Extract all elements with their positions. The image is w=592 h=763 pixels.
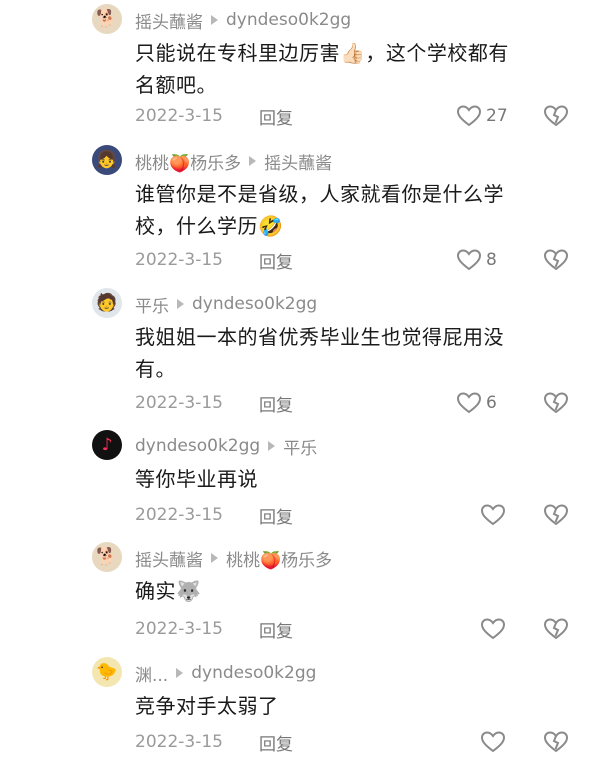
comment-meta: 2022-3-15 回复 27: [135, 102, 575, 130]
heart-icon: [480, 618, 506, 640]
comment-item: 🐕 摇头蘸酱 桃桃🍑杨乐多 确实🐺 2022-3-15 回复: [0, 542, 592, 642]
reply-arrow-icon: [176, 668, 184, 678]
broken-heart-icon: [543, 731, 569, 753]
broken-heart-icon: [543, 618, 569, 640]
reply-button[interactable]: 回复: [259, 617, 293, 642]
reply-button[interactable]: 回复: [259, 391, 293, 416]
comment-header: 渊... dyndeso0k2gg: [135, 659, 316, 687]
reply-to-name[interactable]: dyndeso0k2gg: [192, 294, 317, 314]
comment-date: 2022-3-15: [135, 732, 223, 752]
dislike-button[interactable]: [543, 728, 569, 756]
reply-to-name[interactable]: 摇头蘸酱: [264, 149, 332, 174]
comment-date: 2022-3-15: [135, 619, 223, 639]
comment-header: 摇头蘸酱 桃桃🍑杨乐多: [135, 544, 332, 572]
comment-text: 只能说在专科里边厉害👍🏻，这个学校都有 名额吧。: [135, 41, 509, 97]
heart-icon: [480, 504, 506, 526]
comment-item: 👧 桃桃🍑杨乐多 摇头蘸酱 谁管你是不是省级，人家就看你是什么学 校，什么学历🤣…: [0, 145, 592, 275]
avatar[interactable]: 🐤: [92, 657, 122, 687]
reply-arrow-icon: [268, 441, 276, 451]
comment-date: 2022-3-15: [135, 106, 223, 126]
reply-arrow-icon: [211, 553, 218, 563]
comment-meta: 2022-3-15 回复: [135, 728, 575, 756]
author-name[interactable]: 平乐: [135, 292, 169, 317]
dislike-button[interactable]: [543, 102, 569, 130]
comment-meta: 2022-3-15 回复 6: [135, 389, 575, 417]
comment-item: 🐤 渊... dyndeso0k2gg 竞争对手太弱了 2022-3-15 回复: [0, 657, 592, 761]
laughing-emoji: 🤣: [258, 214, 284, 238]
reply-to-name[interactable]: dyndeso0k2gg: [226, 10, 351, 30]
reply-button[interactable]: 回复: [259, 730, 293, 755]
avatar[interactable]: ♪: [92, 430, 122, 460]
reply-button[interactable]: 回复: [259, 503, 293, 528]
comment-text: 等你毕业再说: [135, 467, 258, 491]
like-count: 27: [486, 106, 508, 126]
comment-item: ♪ dyndeso0k2gg 平乐 等你毕业再说 2022-3-15 回复: [0, 430, 592, 530]
like-button[interactable]: 6: [456, 389, 497, 417]
like-button[interactable]: [480, 501, 506, 529]
reply-arrow-icon: [249, 156, 257, 166]
comment-item: 🐕 摇头蘸酱 dyndeso0k2gg 只能说在专科里边厉害👍🏻，这个学校都有 …: [0, 4, 592, 129]
comment-text: 我姐姐一本的省优秀毕业生也觉得屁用没 有。: [135, 325, 504, 381]
heart-icon: [456, 249, 482, 271]
author-name[interactable]: dyndeso0k2gg: [135, 436, 260, 456]
avatar[interactable]: 🐕: [92, 542, 122, 572]
dislike-button[interactable]: [543, 389, 569, 417]
comment-header: 桃桃🍑杨乐多 摇头蘸酱: [135, 147, 332, 175]
comment-text: 谁管你是不是省级，人家就看你是什么学 校，什么学历🤣: [135, 182, 504, 238]
author-name[interactable]: 桃桃🍑杨乐多: [135, 149, 241, 174]
dislike-button[interactable]: [543, 246, 569, 274]
comment-date: 2022-3-15: [135, 393, 223, 413]
thumbs-up-emoji: 👍🏻: [340, 41, 366, 65]
husky-emoji: 🐺: [176, 579, 202, 603]
comment-date: 2022-3-15: [135, 250, 223, 270]
author-name[interactable]: 摇头蘸酱: [135, 8, 203, 33]
avatar[interactable]: 🧑: [92, 288, 122, 318]
comment-text: 竞争对手太弱了: [135, 694, 279, 718]
dislike-button[interactable]: [543, 501, 569, 529]
comment-header: 摇头蘸酱 dyndeso0k2gg: [135, 6, 351, 34]
broken-heart-icon: [543, 392, 569, 414]
broken-heart-icon: [543, 504, 569, 526]
reply-arrow-icon: [177, 299, 184, 309]
reply-arrow-icon: [211, 15, 218, 25]
comment-text: 确实🐺: [135, 579, 202, 603]
like-count: 8: [486, 250, 497, 270]
comment-date: 2022-3-15: [135, 505, 223, 525]
heart-icon: [456, 392, 482, 414]
heart-icon: [480, 731, 506, 753]
like-count: 6: [486, 393, 497, 413]
reply-to-name[interactable]: 桃桃🍑杨乐多: [226, 546, 332, 571]
like-button[interactable]: [480, 615, 506, 643]
reply-button[interactable]: 回复: [259, 104, 293, 129]
avatar[interactable]: 🐕: [92, 4, 122, 34]
comment-item: 🧑 平乐 dyndeso0k2gg 我姐姐一本的省优秀毕业生也觉得屁用没 有。 …: [0, 288, 592, 418]
comment-meta: 2022-3-15 回复: [135, 501, 575, 529]
comment-header: 平乐 dyndeso0k2gg: [135, 290, 317, 318]
reply-button[interactable]: 回复: [259, 248, 293, 273]
dislike-button[interactable]: [543, 615, 569, 643]
author-name[interactable]: 渊...: [135, 661, 168, 686]
reply-to-name[interactable]: dyndeso0k2gg: [191, 663, 316, 683]
broken-heart-icon: [543, 105, 569, 127]
like-button[interactable]: 27: [456, 102, 508, 130]
heart-icon: [456, 105, 482, 127]
comment-header: dyndeso0k2gg 平乐: [135, 432, 317, 460]
broken-heart-icon: [543, 249, 569, 271]
like-button[interactable]: [480, 728, 506, 756]
comment-meta: 2022-3-15 回复 8: [135, 246, 575, 274]
like-button[interactable]: 8: [456, 246, 497, 274]
avatar[interactable]: 👧: [92, 145, 122, 175]
comment-meta: 2022-3-15 回复: [135, 615, 575, 643]
author-name[interactable]: 摇头蘸酱: [135, 546, 203, 571]
reply-to-name[interactable]: 平乐: [283, 434, 317, 459]
